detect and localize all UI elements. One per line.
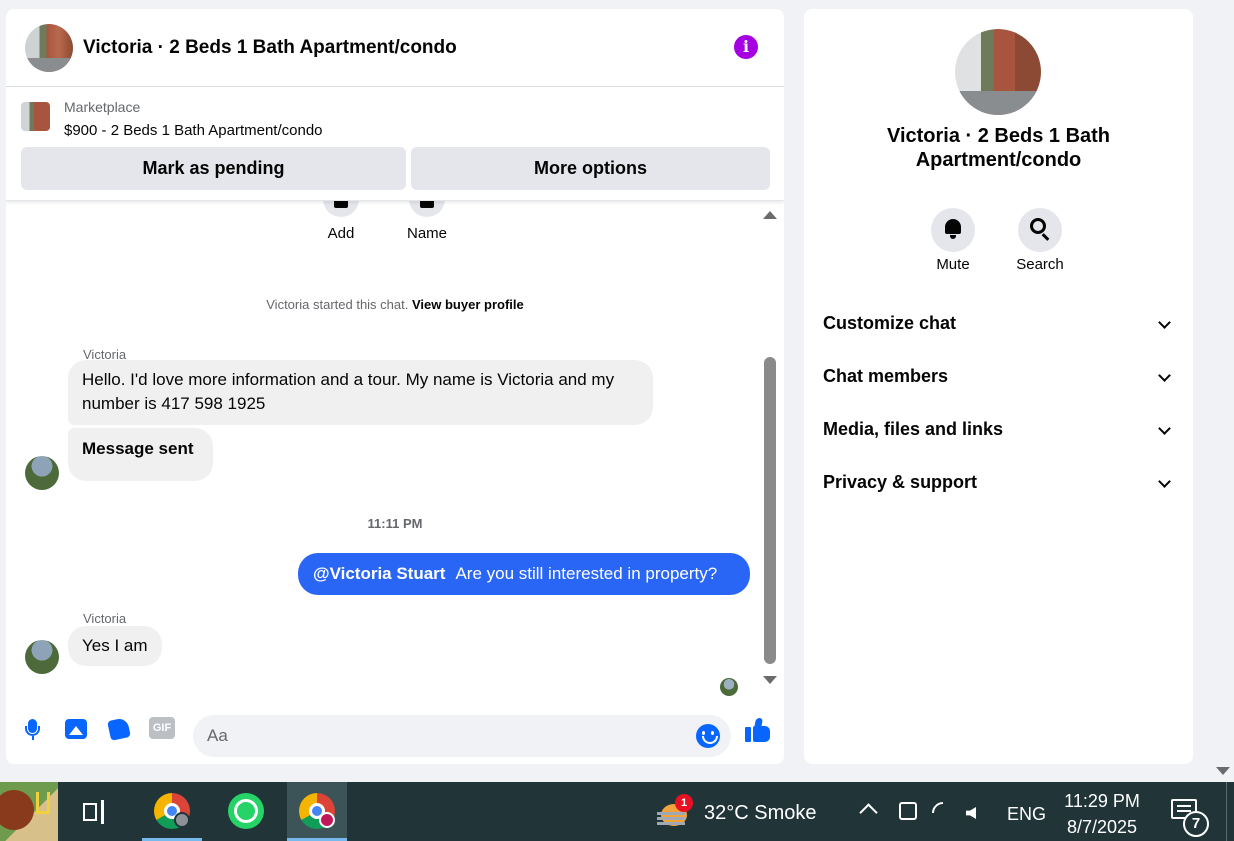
goalpost-icon [36, 792, 50, 814]
add-label: Add [327, 225, 355, 242]
search-circle [1018, 208, 1062, 252]
taskbar: 1 32°C Smoke ENG 11:29 PM 8/7/2025 7 [0, 782, 1234, 841]
scroll-up-arrow[interactable] [763, 211, 777, 219]
emoji-icon[interactable] [696, 724, 720, 748]
listing-avatar[interactable] [25, 24, 73, 72]
scrollbar-thumb[interactable] [764, 357, 776, 664]
listing-photo[interactable] [955, 29, 1041, 115]
clock-time: 11:29 PM [1064, 791, 1140, 811]
photo-icon[interactable] [64, 717, 88, 741]
chat-header: Victoria · 2 Beds 1 Bath Apartment/condo… [6, 9, 784, 87]
language-indicator[interactable]: ENG [1007, 804, 1046, 825]
chat-panel: Victoria · 2 Beds 1 Bath Apartment/condo… [6, 9, 784, 764]
chat-members-section[interactable]: Chat members [823, 364, 1175, 388]
mute-label: Mute [936, 256, 970, 273]
bell-icon [945, 219, 961, 239]
info-icon[interactable]: i [734, 35, 758, 59]
thumbs-up-icon[interactable] [745, 717, 771, 743]
clock-date: 8/7/2025 [1066, 817, 1138, 837]
mark-as-pending-button[interactable]: Mark as pending [21, 147, 406, 190]
chat-title[interactable]: Victoria · 2 Beds 1 Bath Apartment/condo [83, 37, 457, 59]
task-view-icon[interactable] [65, 782, 125, 841]
chat-started-text: Victoria started this chat. [266, 297, 409, 312]
chrome-active-taskbar-button[interactable] [287, 782, 347, 841]
microphone-icon[interactable] [21, 717, 45, 741]
chat-started-notice: Victoria started this chat. View buyer p… [6, 297, 784, 312]
message-input-box[interactable] [193, 715, 731, 757]
chevron-down-icon [1158, 422, 1171, 435]
volume-icon[interactable] [966, 807, 976, 819]
gif-icon[interactable]: GIF [149, 717, 175, 739]
page-scroll-down-arrow[interactable] [1216, 767, 1230, 775]
message-sender: Victoria [83, 611, 127, 626]
show-desktop-button[interactable] [1226, 782, 1234, 841]
search-icon [1030, 218, 1046, 234]
more-options-button[interactable]: More options [411, 147, 770, 190]
mute-circle [931, 208, 975, 252]
chevron-up-icon[interactable] [859, 803, 878, 822]
media-files-links-section[interactable]: Media, files and links [823, 417, 1175, 441]
customize-chat-section[interactable]: Customize chat [823, 311, 1175, 335]
section-label: Privacy & support [823, 472, 978, 492]
message-timestamp: 11:11 PM [367, 516, 423, 531]
marketplace-bar: Marketplace $900 - 2 Beds 1 Bath Apartme… [6, 87, 784, 201]
seen-receipt-avatar [720, 678, 738, 696]
sender-avatar[interactable] [25, 456, 59, 490]
chevron-down-icon [1158, 369, 1171, 382]
chrome-taskbar-button[interactable] [142, 782, 202, 841]
view-buyer-profile-link[interactable]: View buyer profile [412, 297, 524, 312]
marketplace-label: Marketplace [64, 99, 141, 115]
sticker-icon[interactable] [107, 717, 131, 741]
chevron-down-icon [1158, 316, 1171, 329]
whatsapp-taskbar-button[interactable] [216, 782, 276, 841]
section-label: Chat members [823, 366, 949, 386]
message-list: Add Name Victoria started this chat. Vie… [6, 201, 784, 701]
weather-badge: 1 [675, 794, 693, 812]
message-composer: GIF [6, 701, 784, 764]
message-input[interactable] [207, 715, 677, 757]
listing-thumbnail[interactable] [21, 102, 50, 131]
incoming-message[interactable]: Hello. I'd love more information and a t… [68, 360, 653, 425]
name-label: Name [406, 225, 447, 242]
outgoing-message-text: Are you still interested in property? [455, 564, 718, 583]
info-title: Victoria · 2 Beds 1 Bath Apartment/condo [886, 125, 1111, 171]
sports-widget-icon[interactable] [0, 782, 58, 841]
section-label: Customize chat [823, 313, 957, 333]
profile-badge-icon [319, 812, 335, 828]
profile-badge-icon [174, 812, 190, 828]
incoming-message[interactable]: Yes I am [68, 626, 162, 666]
scroll-down-arrow[interactable] [763, 676, 777, 684]
whatsapp-icon [228, 793, 264, 829]
add-people-icon [323, 201, 359, 217]
clock[interactable]: 11:29 PM 8/7/2025 [1052, 788, 1152, 840]
wifi-icon[interactable] [927, 797, 959, 829]
meet-now-icon[interactable] [899, 802, 917, 820]
section-label: Media, files and links [823, 419, 1004, 439]
chat-info-panel: Victoria · 2 Beds 1 Bath Apartment/condo… [804, 9, 1193, 764]
outgoing-message[interactable]: @Victoria Stuart Are you still interested… [298, 553, 750, 595]
search-label: Search [1016, 256, 1064, 273]
mention-tag[interactable]: @Victoria Stuart [313, 564, 445, 583]
incoming-message[interactable]: Message sent [68, 428, 213, 481]
pencil-icon [409, 201, 445, 217]
listing-summary[interactable]: $900 - 2 Beds 1 Bath Apartment/condo [64, 122, 323, 139]
sender-avatar[interactable] [25, 640, 59, 674]
weather-text[interactable]: 32°C Smoke [704, 802, 817, 825]
privacy-support-section[interactable]: Privacy & support [823, 470, 1175, 494]
notification-count: 7 [1183, 811, 1209, 837]
chevron-down-icon [1158, 475, 1171, 488]
